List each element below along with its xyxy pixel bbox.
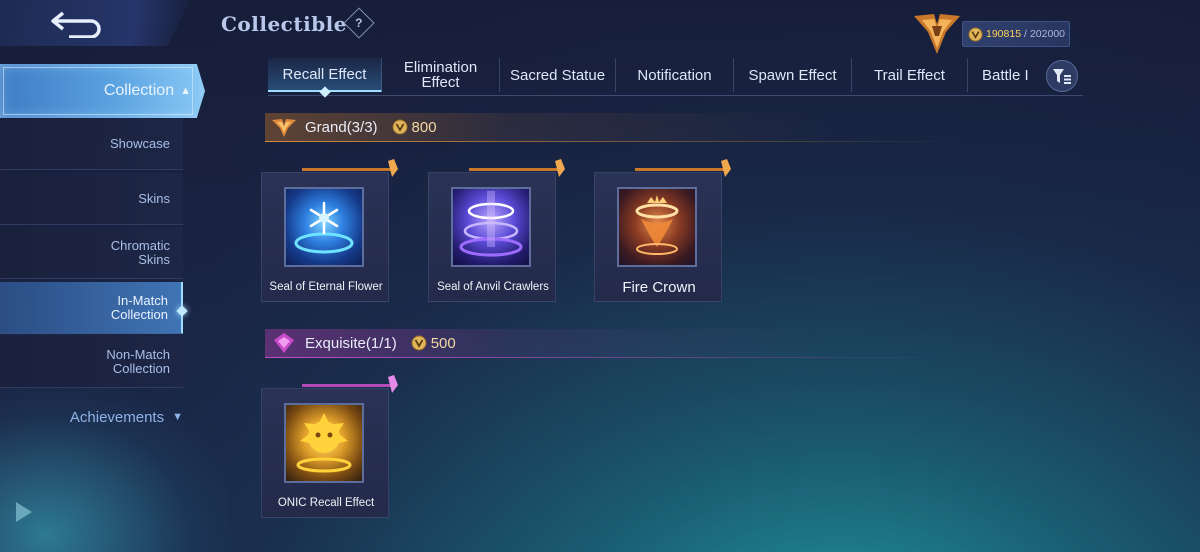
sidebar-achievements-label: Achievements	[69, 408, 165, 426]
sidebar-item-label-line2: Skins	[138, 251, 170, 267]
grand-rank-icon	[272, 119, 296, 137]
tab-label-line2: Effect	[421, 74, 460, 91]
collectible-card-fire-crown[interactable]: Fire Crown	[594, 159, 731, 302]
fire-crown-icon	[617, 187, 697, 267]
sidebar-item-skins[interactable]: Skins	[0, 173, 183, 225]
section-price-value: 800	[411, 118, 437, 136]
rank-emblem-icon	[914, 14, 960, 54]
section-divider	[265, 357, 1085, 358]
sidebar-item-showcase[interactable]: Showcase	[0, 118, 183, 170]
sidebar-item-label: Chromatic	[110, 237, 170, 253]
sidebar-item-label-line2: Collection	[110, 306, 168, 322]
sidebar-item-label: Skins	[138, 190, 170, 206]
chevron-up-icon: ▲	[180, 85, 191, 97]
sidebar-item-in-match-collection[interactable]: In-Match Collection	[0, 282, 183, 334]
collectible-card-seal-of-anvil-crawlers[interactable]: Seal of Anvil Crawlers	[428, 159, 565, 302]
coin-icon	[392, 119, 408, 135]
snowflake-seal-icon	[284, 187, 364, 267]
tab-notification[interactable]: Notification	[616, 58, 734, 92]
tab-battle[interactable]: Battle I	[968, 58, 1043, 92]
help-icon[interactable]: ?	[343, 7, 375, 39]
help-glyph: ?	[355, 16, 363, 30]
sidebar-item-non-match-collection[interactable]: Non-Match Collection	[0, 336, 183, 388]
points-current: 190815	[986, 28, 1022, 40]
tab-label: Sacred Statue	[509, 66, 606, 84]
page-title: Collectible	[221, 12, 347, 36]
sidebar-item-label: In-Match	[117, 292, 168, 308]
tab-label: Spawn Effect	[748, 66, 837, 84]
tab-spawn-effect[interactable]: Spawn Effect	[734, 58, 852, 92]
tab-label: Battle I	[982, 66, 1029, 84]
tab-recall-effect[interactable]: Recall Effect	[268, 58, 382, 98]
sidebar-item-label: Showcase	[110, 135, 170, 151]
section-divider	[265, 141, 1085, 142]
collectible-card-seal-of-eternal-flower[interactable]: Seal of Eternal Flower	[261, 159, 398, 302]
chevron-down-icon: ▼	[172, 411, 183, 423]
sidebar-collection[interactable]: Collection ▲	[0, 64, 205, 118]
card-name: ONIC Recall Effect	[277, 497, 375, 509]
exquisite-rank-icon	[274, 333, 294, 353]
points-max: 202000	[1029, 28, 1066, 40]
grand-ribbon-icon	[302, 159, 398, 177]
card-name: Seal of Eternal Flower	[269, 281, 383, 293]
sidebar-collection-label: Collection	[103, 82, 175, 99]
tab-label: Trail Effect	[874, 66, 945, 84]
section-price: 500	[411, 335, 456, 352]
collectible-card-onic-recall-effect[interactable]: ONIC Recall Effect	[261, 375, 398, 518]
section-label: Grand(3/3)	[305, 118, 378, 136]
purple-rings-icon	[451, 187, 531, 267]
coin-icon	[411, 335, 427, 351]
tab-active-indicator-icon	[318, 86, 331, 98]
section-header-grand: Grand(3/3) 800	[265, 113, 1085, 142]
filter-button[interactable]	[1046, 60, 1078, 92]
tab-sacred-statue[interactable]: Sacred Statue	[500, 58, 616, 92]
corner-decoration-icon	[16, 502, 32, 522]
sidebar-achievements[interactable]: Achievements ▼	[0, 404, 183, 430]
collection-points-display: 190815/202000	[962, 21, 1070, 47]
back-button[interactable]	[0, 0, 190, 46]
section-price-value: 500	[430, 334, 456, 352]
section-price: 800	[392, 119, 437, 136]
sidebar-item-label-line2: Collection	[112, 360, 170, 376]
sidebar-item-chromatic-skins[interactable]: Chromatic Skins	[0, 227, 183, 279]
filter-icon	[1053, 69, 1071, 84]
points-separator: /	[1024, 28, 1027, 40]
sidebar-item-label: Non-Match	[106, 346, 170, 362]
grand-ribbon-icon	[635, 159, 731, 177]
tab-label: Recall Effect	[282, 65, 367, 83]
grand-ribbon-icon	[469, 159, 565, 177]
golden-lion-icon	[284, 403, 364, 483]
section-header-exquisite: Exquisite(1/1) 500	[265, 329, 1085, 358]
tab-elimination-effect[interactable]: Elimination Effect	[382, 58, 500, 92]
effect-tabs: Recall Effect Elimination Effect Sacred S…	[268, 58, 1083, 98]
exquisite-ribbon-icon	[302, 375, 398, 393]
tab-label: Notification	[637, 66, 712, 84]
section-label: Exquisite(1/1)	[305, 334, 397, 352]
card-name: Seal of Anvil Crawlers	[437, 281, 549, 293]
collection-coin-icon	[968, 26, 983, 42]
tab-trail-effect[interactable]: Trail Effect	[852, 58, 968, 92]
back-arrow-icon	[51, 11, 101, 38]
card-name: Fire Crown	[622, 279, 696, 296]
